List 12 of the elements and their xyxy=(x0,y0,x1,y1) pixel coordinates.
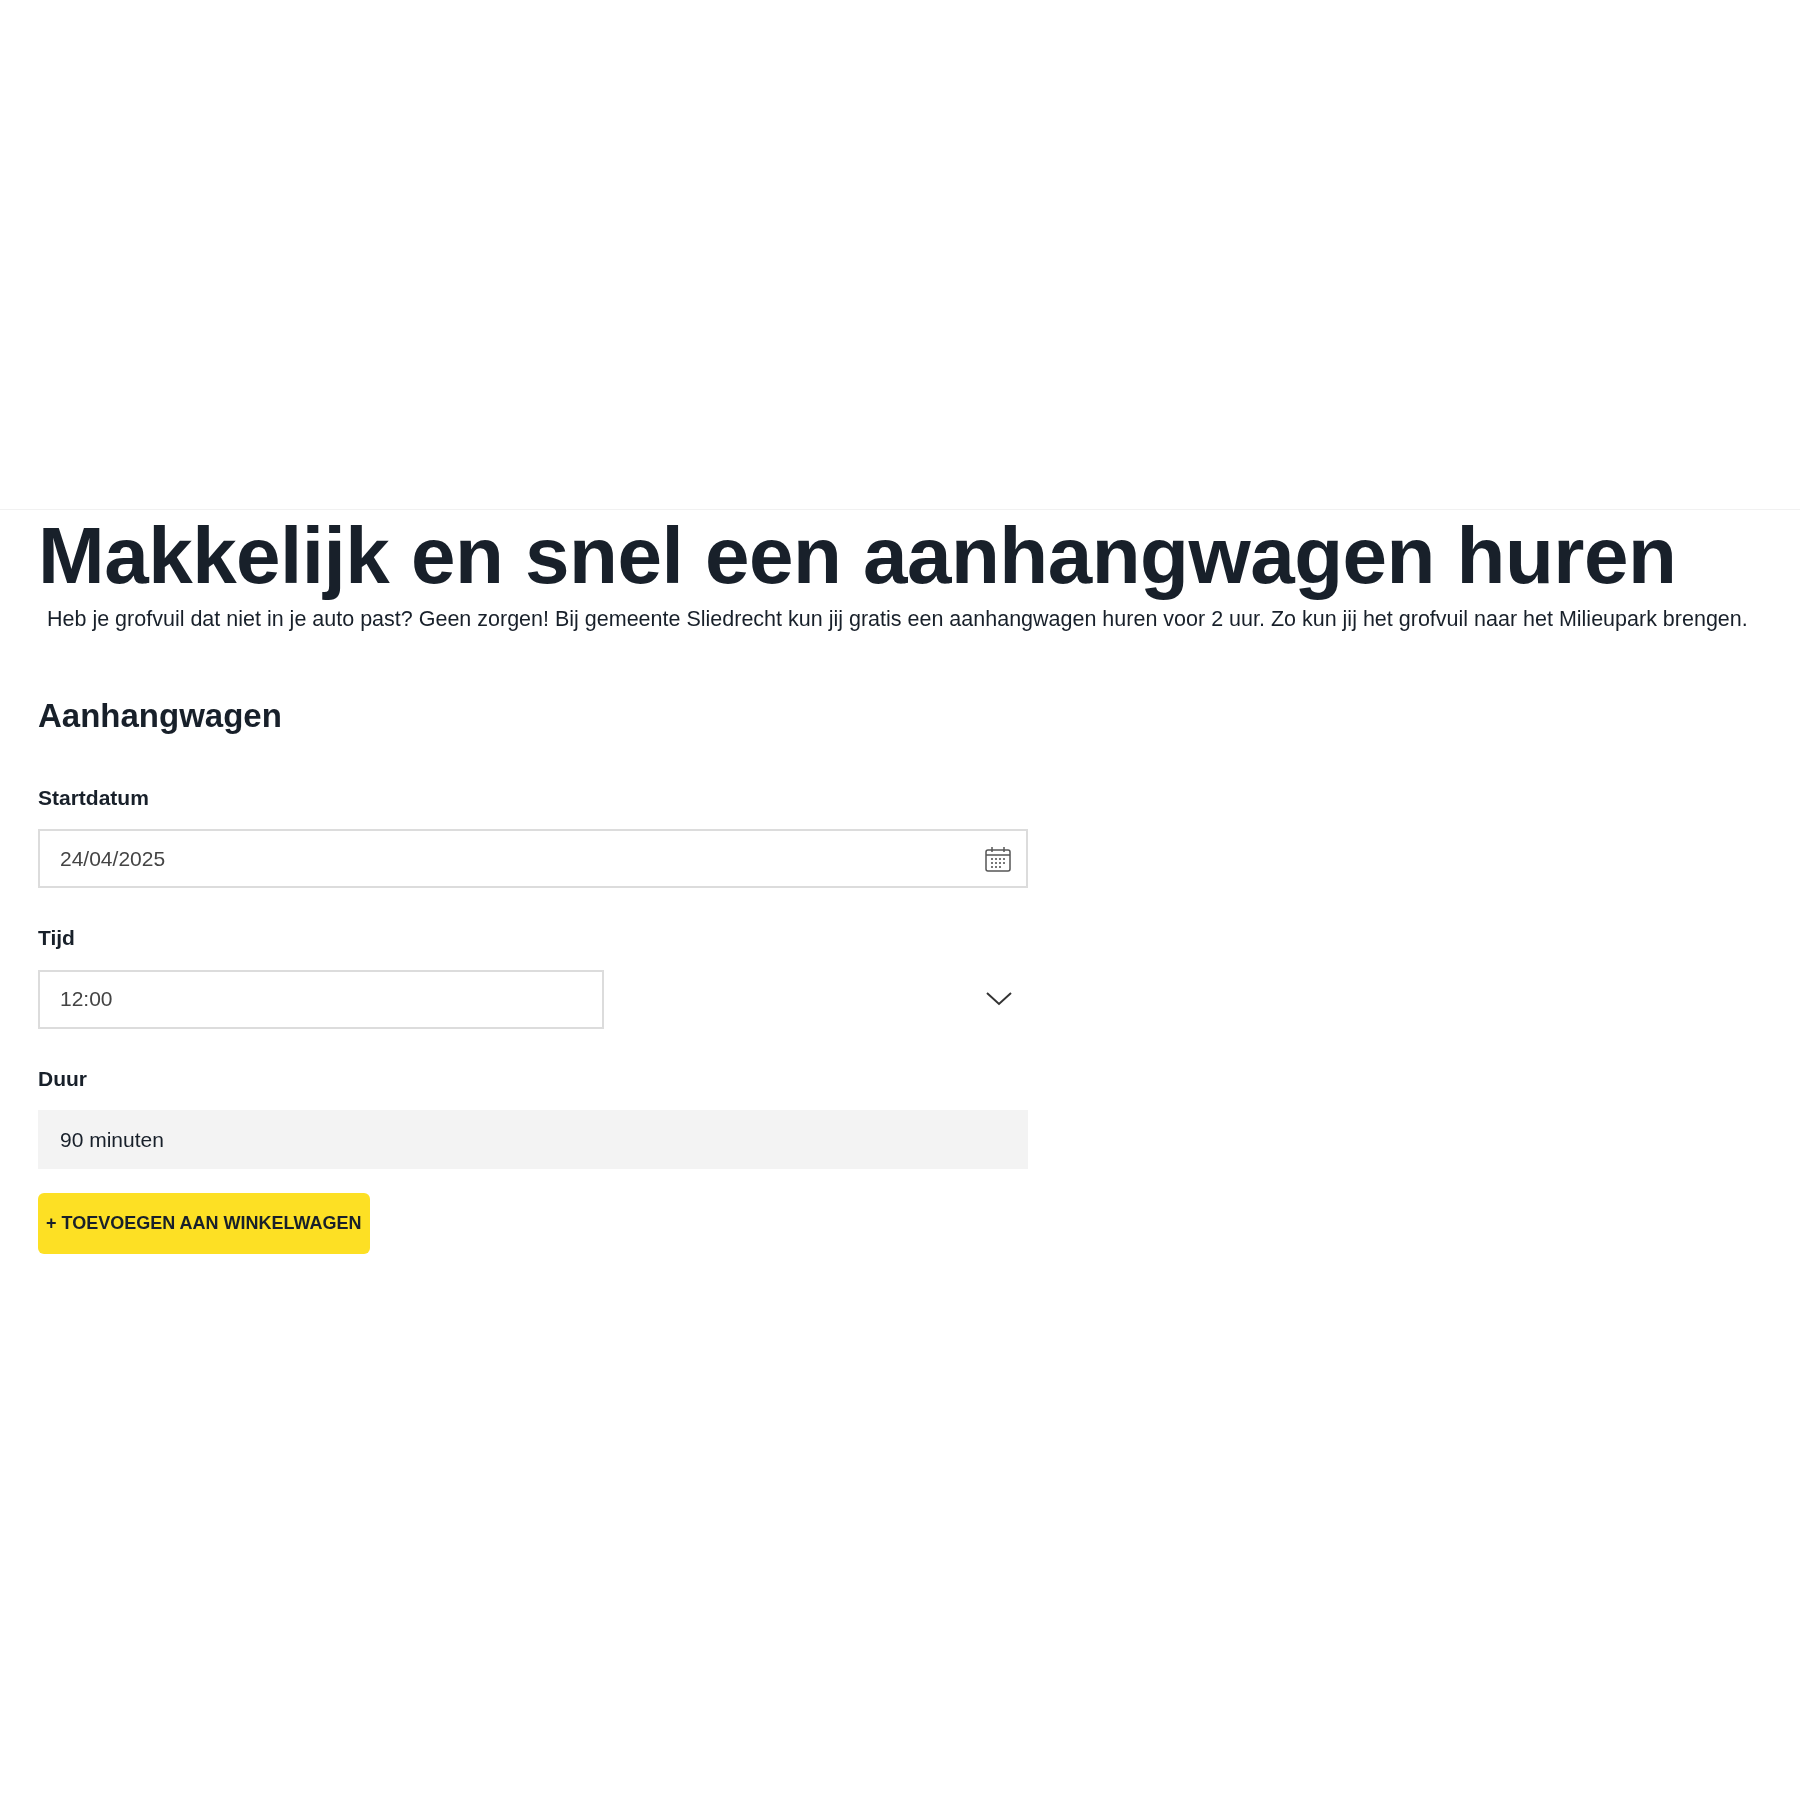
chevron-down-icon[interactable] xyxy=(986,992,1012,1007)
date-field[interactable]: 24/04/2025 xyxy=(38,829,1028,889)
add-to-cart-button[interactable]: + TOEVOEGEN AAN WINKELWAGEN xyxy=(38,1193,370,1255)
calendar-icon[interactable] xyxy=(984,844,1012,873)
duration-field: 90 minuten xyxy=(38,1110,1028,1170)
intro-text: Heb je grofvuil dat niet in je auto past? Geen zorgen! Bij gemeente Sliedrecht kun jij gratis een aanhangwagen huren voor 2 uur. Zo kun jij het grofvuil naar het Milieupark brengen. xyxy=(47,606,1748,633)
section-title: Aanhangwagen xyxy=(38,695,283,736)
page-title: Makkelijk en snel een aanhangwagen huren xyxy=(38,510,1678,602)
field-label: Startdatum xyxy=(38,784,150,811)
field-label: Duur xyxy=(38,1065,88,1092)
field-label: Tijd xyxy=(38,925,76,952)
time-field[interactable]: 12:00 xyxy=(38,969,604,1029)
